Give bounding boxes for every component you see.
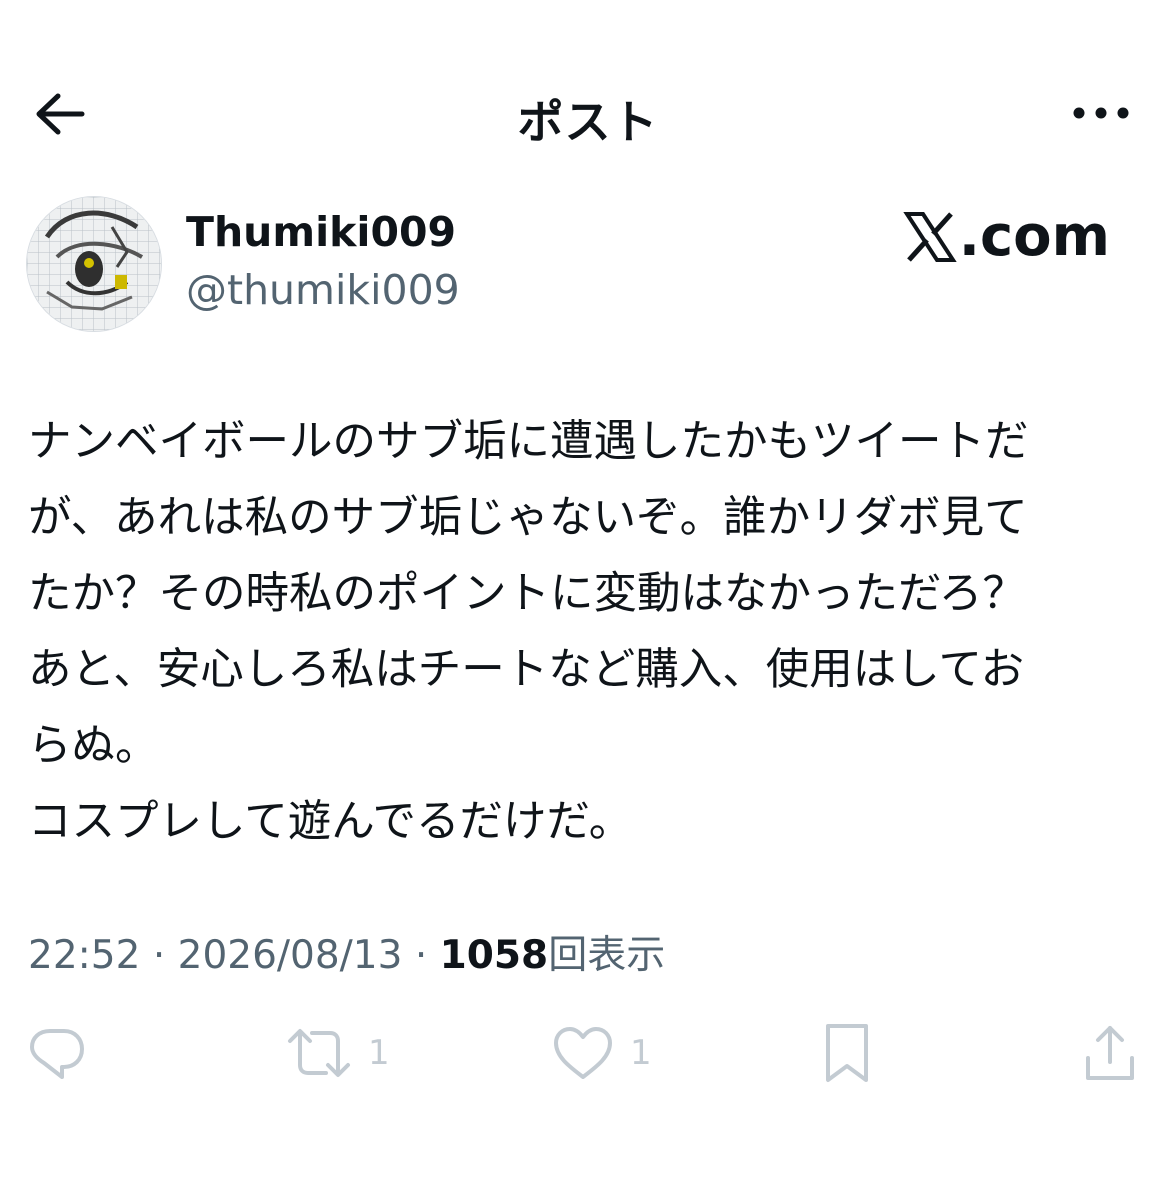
reply-button[interactable] (28, 1018, 102, 1088)
share-button[interactable] (1082, 1018, 1154, 1088)
more-horizontal-icon (1071, 106, 1131, 120)
repost-button[interactable]: 1 (286, 1018, 390, 1088)
heart-icon (552, 1025, 614, 1081)
top-bar: ポスト (0, 60, 1176, 160)
author-display-name[interactable]: Thumiki009 (186, 208, 456, 256)
post-text-line: が、あれは私のサブ垢じゃないぞ。誰かリダボ見て (28, 493, 1028, 543)
meta-separator: · (152, 933, 166, 978)
post-text-line: コスプレして遊んでるだけだ。 (28, 797, 633, 847)
repost-count: 1 (368, 1033, 390, 1073)
like-button[interactable]: 1 (552, 1018, 652, 1088)
repost-icon (286, 1025, 352, 1081)
watermark-text: .com (958, 204, 1110, 269)
avatar[interactable] (26, 196, 162, 332)
post-date[interactable]: 2026/08/13 (178, 933, 403, 978)
bookmark-button[interactable] (820, 1018, 890, 1088)
post-text: ナンベイボールのサブ垢に遭遇したかもツイートだ が、あれは私のサブ垢じゃないぞ。… (28, 404, 1138, 860)
post-text-line: らぬ。 (28, 721, 159, 771)
post-text-line: ナンベイボールのサブ垢に遭遇したかもツイートだ (28, 417, 1029, 467)
more-options-button[interactable] (1066, 88, 1136, 138)
action-bar: 1 1 (0, 1018, 1176, 1088)
post-meta: 22:52 · 2026/08/13 · 1058回表示 (28, 924, 665, 980)
avatar-image (27, 197, 161, 331)
share-icon (1082, 1022, 1138, 1084)
bookmark-icon (820, 1022, 874, 1084)
x-com-watermark: .com (903, 204, 1110, 269)
post-text-line: たか？その時私のポイントに変動はなかっただろ？ (28, 569, 1026, 619)
views-label: 回表示 (548, 933, 666, 978)
post-text-line: あと、安心しろ私はチートなど購入、使用はしてお (28, 645, 1025, 695)
page-title: ポスト (517, 95, 659, 149)
meta-separator: · (414, 933, 428, 978)
post-time[interactable]: 22:52 (28, 933, 140, 978)
views-count: 1058 (439, 933, 549, 978)
x-logo-icon (903, 210, 957, 264)
like-count: 1 (630, 1033, 652, 1073)
author-handle[interactable]: @thumiki009 (186, 266, 460, 314)
reply-icon (28, 1025, 86, 1081)
